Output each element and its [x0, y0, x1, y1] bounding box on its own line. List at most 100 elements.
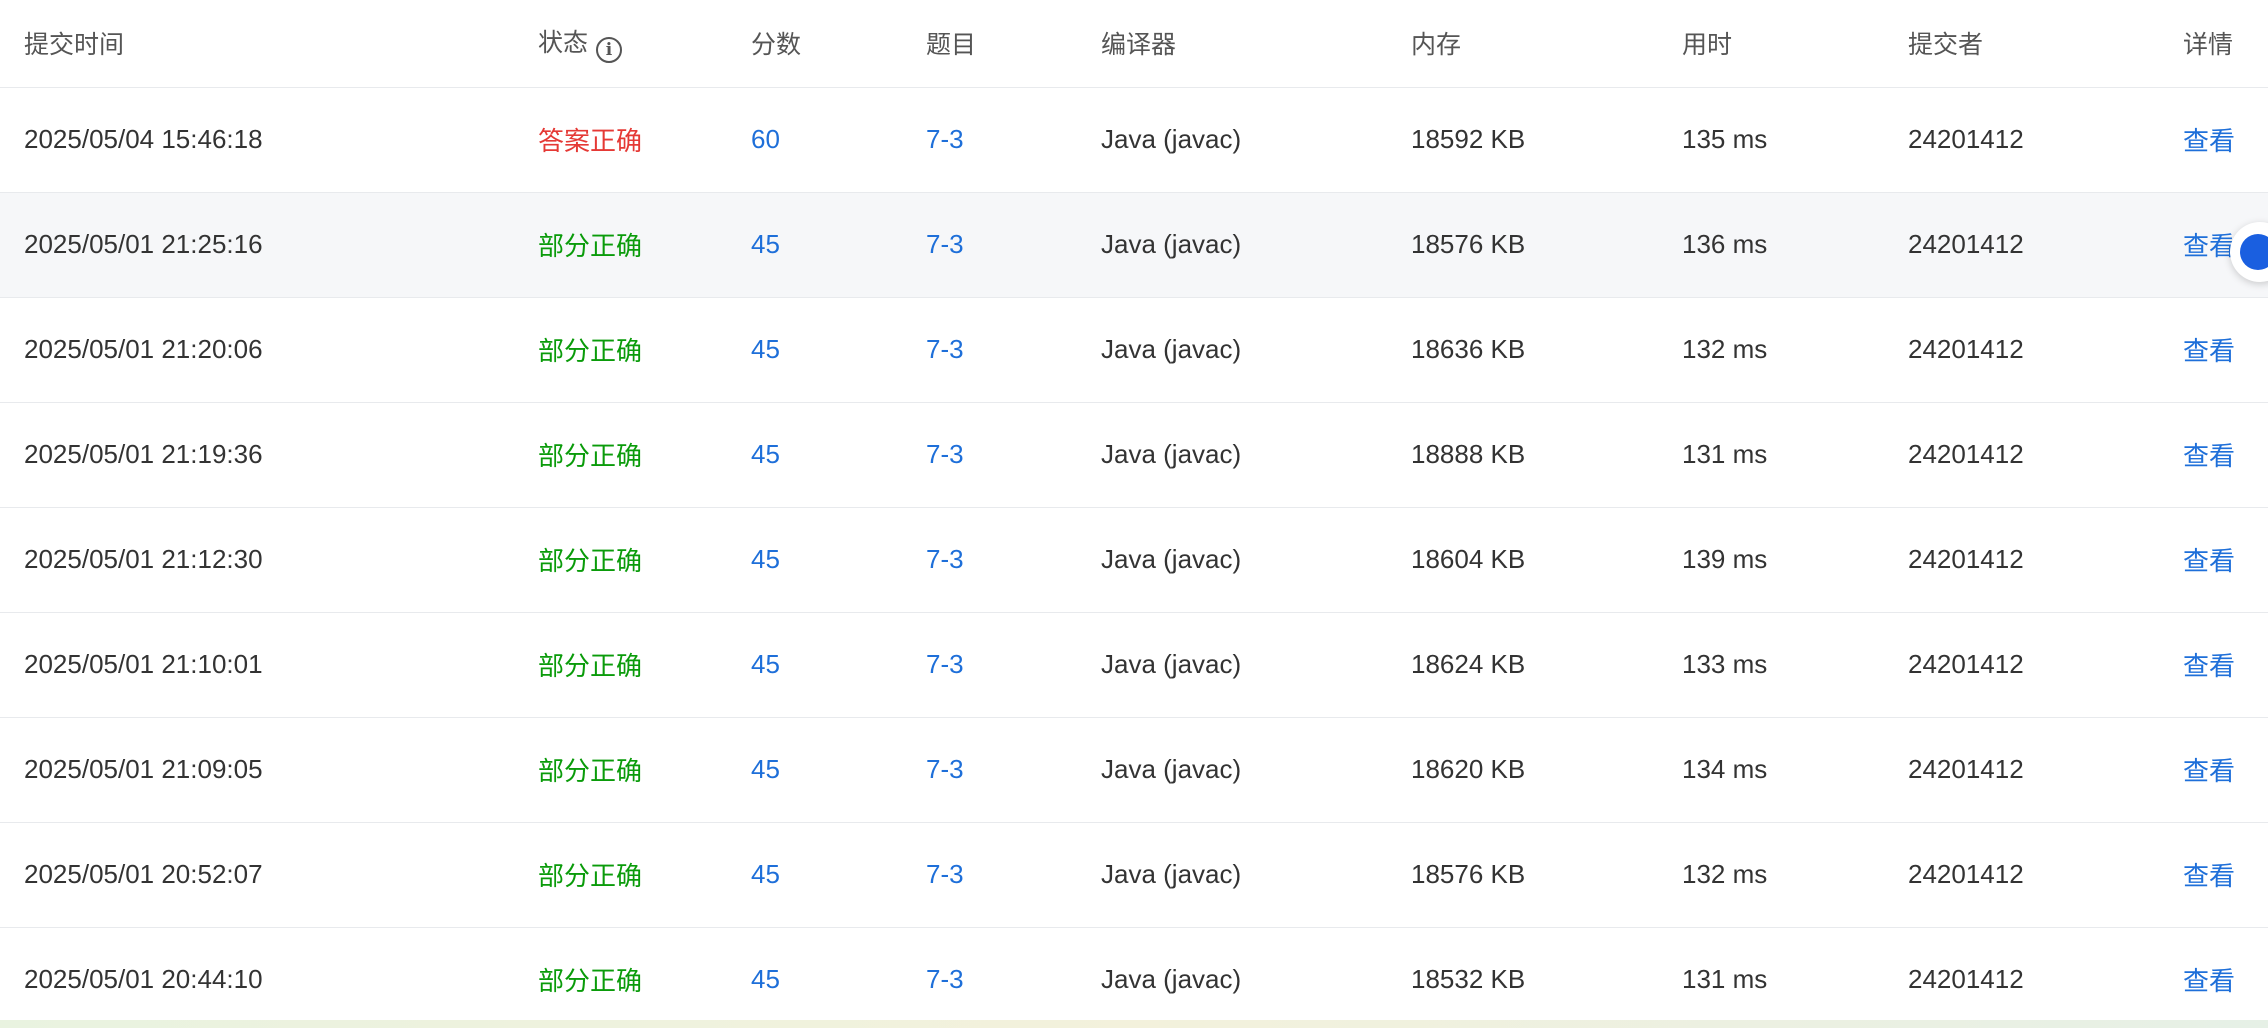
table-row: 2025/05/01 21:19:36 部分正确 45 7-3 Java (javac)…: [0, 402, 2268, 507]
cell-status: 部分正确: [538, 546, 643, 576]
cell-status: 部分正确: [538, 861, 643, 891]
cell-submitter: 24201412: [1908, 124, 2024, 154]
problem-link[interactable]: 7-3: [926, 297, 1101, 402]
problem-link[interactable]: 7-3: [926, 507, 1101, 612]
table-row: 2025/05/01 21:20:06 部分正确 45 7-3 Java (javac)…: [0, 297, 2268, 402]
cell-submit-time: 2025/05/01 21:20:06: [24, 334, 263, 364]
header-problem: 题目: [926, 0, 1101, 88]
cell-time-used: 135 ms: [1682, 124, 1768, 154]
table-row: 2025/05/01 20:44:10 部分正确 45 7-3 Java (javac)…: [0, 927, 2268, 1028]
cell-memory: 18576 KB: [1411, 229, 1526, 259]
cell-submit-time: 2025/05/01 21:09:05: [24, 754, 263, 784]
score-link[interactable]: 45: [751, 402, 926, 507]
cell-memory: 18592 KB: [1411, 124, 1526, 154]
problem-link[interactable]: 7-3: [926, 717, 1101, 822]
header-detail: 详情: [2183, 0, 2268, 88]
problem-link[interactable]: 7-3: [926, 87, 1101, 192]
header-status: 状态 i: [538, 0, 751, 88]
score-link[interactable]: 45: [751, 192, 926, 297]
cell-submit-time: 2025/05/01 21:10:01: [24, 649, 263, 679]
cell-time-used: 133 ms: [1682, 649, 1768, 679]
submissions-table: 提交时间 状态 i 分数 题目 编译器 内存 用时 提交者 详情 2025/05/…: [0, 0, 2268, 1028]
view-detail-link[interactable]: 查看: [2183, 612, 2268, 717]
cell-time-used: 132 ms: [1682, 859, 1768, 889]
problem-link[interactable]: 7-3: [926, 612, 1101, 717]
cell-submit-time: 2025/05/01 21:12:30: [24, 544, 263, 574]
problem-link[interactable]: 7-3: [926, 192, 1101, 297]
cell-time-used: 139 ms: [1682, 544, 1768, 574]
cell-compiler: Java (javac): [1101, 649, 1242, 679]
score-link[interactable]: 45: [751, 717, 926, 822]
cell-submit-time: 2025/05/04 15:46:18: [24, 124, 263, 154]
cell-time-used: 131 ms: [1682, 964, 1768, 994]
cell-submitter: 24201412: [1908, 229, 2024, 259]
table-body: 2025/05/04 15:46:18 答案正确 60 7-3 Java (javac)…: [0, 87, 2268, 1028]
problem-link[interactable]: 7-3: [926, 822, 1101, 927]
cell-submitter: 24201412: [1908, 754, 2024, 784]
header-memory: 内存: [1411, 0, 1682, 88]
cell-memory: 18624 KB: [1411, 649, 1526, 679]
score-link[interactable]: 45: [751, 507, 926, 612]
table-header: 提交时间 状态 i 分数 题目 编译器 内存 用时 提交者 详情: [0, 0, 2268, 88]
cell-submitter: 24201412: [1908, 439, 2024, 469]
table-row: 2025/05/01 21:09:05 部分正确 45 7-3 Java (javac)…: [0, 717, 2268, 822]
score-link[interactable]: 60: [751, 87, 926, 192]
header-status-label: 状态: [538, 29, 589, 58]
cell-status: 部分正确: [538, 756, 643, 786]
cell-submitter: 24201412: [1908, 859, 2024, 889]
problem-link[interactable]: 7-3: [926, 927, 1101, 1028]
table-row: 2025/05/01 21:25:16 部分正确 45 7-3 Java (javac)…: [0, 192, 2268, 297]
cell-status: 部分正确: [538, 336, 643, 366]
cell-status: 部分正确: [538, 651, 643, 681]
score-link[interactable]: 45: [751, 612, 926, 717]
view-detail-link[interactable]: 查看: [2183, 87, 2268, 192]
cell-submit-time: 2025/05/01 20:52:07: [24, 859, 263, 889]
cell-time-used: 132 ms: [1682, 334, 1768, 364]
cell-time-used: 134 ms: [1682, 754, 1768, 784]
cell-memory: 18888 KB: [1411, 439, 1526, 469]
cell-submitter: 24201412: [1908, 964, 2024, 994]
cell-memory: 18604 KB: [1411, 544, 1526, 574]
cell-compiler: Java (javac): [1101, 964, 1242, 994]
cell-submit-time: 2025/05/01 21:19:36: [24, 439, 263, 469]
score-link[interactable]: 45: [751, 297, 926, 402]
score-link[interactable]: 45: [751, 927, 926, 1028]
cell-compiler: Java (javac): [1101, 544, 1242, 574]
cell-memory: 18532 KB: [1411, 964, 1526, 994]
table-row: 2025/05/01 21:10:01 部分正确 45 7-3 Java (javac)…: [0, 612, 2268, 717]
cell-compiler: Java (javac): [1101, 754, 1242, 784]
cell-compiler: Java (javac): [1101, 229, 1242, 259]
cell-time-used: 136 ms: [1682, 229, 1768, 259]
table-row: 2025/05/01 20:52:07 部分正确 45 7-3 Java (javac)…: [0, 822, 2268, 927]
bottom-strip: [0, 1020, 2268, 1028]
view-detail-link[interactable]: 查看: [2183, 297, 2268, 402]
view-detail-link[interactable]: 查看: [2183, 822, 2268, 927]
cell-submitter: 24201412: [1908, 649, 2024, 679]
view-detail-link[interactable]: 查看: [2183, 402, 2268, 507]
cell-status: 答案正确: [538, 126, 643, 156]
cell-compiler: Java (javac): [1101, 439, 1242, 469]
header-score: 分数: [751, 0, 926, 88]
score-link[interactable]: 45: [751, 822, 926, 927]
cell-submit-time: 2025/05/01 21:25:16: [24, 229, 263, 259]
header-submitter: 提交者: [1908, 0, 2183, 88]
cell-time-used: 131 ms: [1682, 439, 1768, 469]
cell-status: 部分正确: [538, 966, 643, 996]
cell-submitter: 24201412: [1908, 544, 2024, 574]
table-row: 2025/05/01 21:12:30 部分正确 45 7-3 Java (javac)…: [0, 507, 2268, 612]
view-detail-link[interactable]: 查看: [2183, 927, 2268, 1028]
cell-status: 部分正确: [538, 231, 643, 261]
view-detail-link[interactable]: 查看: [2183, 507, 2268, 612]
info-icon[interactable]: i: [596, 37, 623, 64]
cell-status: 部分正确: [538, 441, 643, 471]
header-compiler: 编译器: [1101, 0, 1411, 88]
view-detail-link[interactable]: 查看: [2183, 717, 2268, 822]
assistant-icon: [2240, 234, 2268, 270]
cell-memory: 18636 KB: [1411, 334, 1526, 364]
table-row: 2025/05/04 15:46:18 答案正确 60 7-3 Java (javac)…: [0, 87, 2268, 192]
cell-compiler: Java (javac): [1101, 124, 1242, 154]
problem-link[interactable]: 7-3: [926, 402, 1101, 507]
header-time-used: 用时: [1682, 0, 1908, 88]
header-row: 提交时间 状态 i 分数 题目 编译器 内存 用时 提交者 详情: [0, 0, 2268, 88]
header-submit-time: 提交时间: [0, 0, 538, 88]
